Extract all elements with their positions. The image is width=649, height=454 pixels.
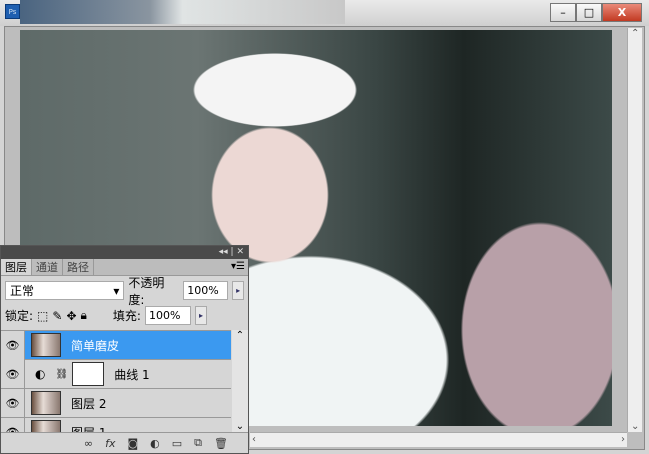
layer-thumbnail [31,391,61,415]
new-group-icon[interactable]: ▭ [172,437,182,450]
layers-list: 👁︎ 简单磨皮 👁︎ ◐ ⛓ 曲线 1 👁︎ 图层 2 👁︎ 图层 1 [1,330,231,432]
close-button[interactable]: X [602,3,642,22]
lock-transparency-icon[interactable]: ⬚ [37,309,48,323]
panel-close-icon[interactable]: ✕ [236,247,244,257]
trash-icon[interactable]: 🗑︎ [214,437,228,450]
tab-paths[interactable]: 路径 [63,259,94,275]
lock-all-icon[interactable]: 🔒︎ [81,308,87,323]
new-layer-icon[interactable]: ⧉ [194,436,202,450]
photoshop-icon: Ps [5,4,20,19]
chevron-down-icon: ▾ [113,283,120,298]
eye-icon[interactable]: 👁︎ [1,359,25,389]
fill-label: 填充: [112,309,141,323]
opacity-input[interactable]: 100% [183,281,229,300]
layer-name: 图层 2 [71,396,107,411]
adjustment-icon: ◐ [35,367,46,381]
lock-label: 锁定: [5,309,34,323]
fill-input[interactable]: 100% [144,306,191,325]
layer-thumbnail [31,420,61,432]
layers-panel: ◂◂ | ✕ 图层 通道 路径 ▾☰ 正常 ▾ 不透明度: 100% ▸ 锁定: … [0,245,249,454]
opacity-label: 不透明度: [128,275,165,307]
horizontal-scrollbar[interactable]: ‹ › [250,432,627,447]
add-mask-icon[interactable]: ◙ [127,437,138,450]
layer-name: 图层 1 [71,424,106,433]
minimize-button[interactable]: – [550,3,576,22]
layer-row[interactable]: 👁︎ 图层 1 [1,417,231,433]
scroll-down-icon[interactable]: ⌄ [232,421,248,432]
opacity-slider-button[interactable]: ▸ [232,281,244,300]
tab-channels[interactable]: 通道 [32,259,63,275]
layer-name: 简单磨皮 [71,338,120,353]
panel-menu-icon[interactable]: ▾☰ [231,261,245,272]
eye-icon[interactable]: 👁︎ [1,417,25,432]
scroll-right-icon[interactable]: › [621,434,625,445]
scroll-up-icon[interactable]: ⌃ [232,330,248,341]
title-bar: Ps – □ X [0,0,649,26]
title-blur [20,0,345,24]
scroll-up-icon[interactable]: ⌃ [631,28,639,39]
layers-scrollbar[interactable]: ⌃ ⌄ [232,330,248,432]
blend-mode-value: 正常 [10,284,35,298]
lock-paint-icon[interactable]: ✎ [52,309,62,323]
link-icon[interactable]: ⛓ [55,369,68,380]
vertical-scrollbar[interactable]: ⌃ ⌄ [627,28,642,432]
fx-icon[interactable]: fx [105,437,115,450]
blend-mode-select[interactable]: 正常 ▾ [5,281,125,300]
panel-header[interactable]: ◂◂ | ✕ [1,246,248,259]
collapse-icon[interactable]: ◂◂ [219,247,228,257]
link-layers-icon[interactable]: ∞ [84,437,93,450]
layer-name: 曲线 1 [114,367,150,382]
lock-position-icon[interactable]: ✥ [66,309,76,323]
tab-layers[interactable]: 图层 [1,259,32,275]
scroll-down-icon[interactable]: ⌄ [631,421,639,432]
layer-row[interactable]: 👁︎ 简单磨皮 [1,331,231,360]
layer-row[interactable]: 👁︎ ◐ ⛓ 曲线 1 [1,359,231,389]
eye-icon[interactable]: 👁︎ [1,331,25,360]
fill-slider-button[interactable]: ▸ [194,306,207,325]
scroll-left-icon[interactable]: ‹ [252,434,256,445]
layer-thumbnail [31,333,61,357]
mask-thumbnail [72,362,105,386]
eye-icon[interactable]: 👁︎ [1,388,25,418]
new-adjustment-icon[interactable]: ◐ [150,437,160,450]
layer-row[interactable]: 👁︎ 图层 2 [1,388,231,418]
maximize-button[interactable]: □ [576,3,602,22]
